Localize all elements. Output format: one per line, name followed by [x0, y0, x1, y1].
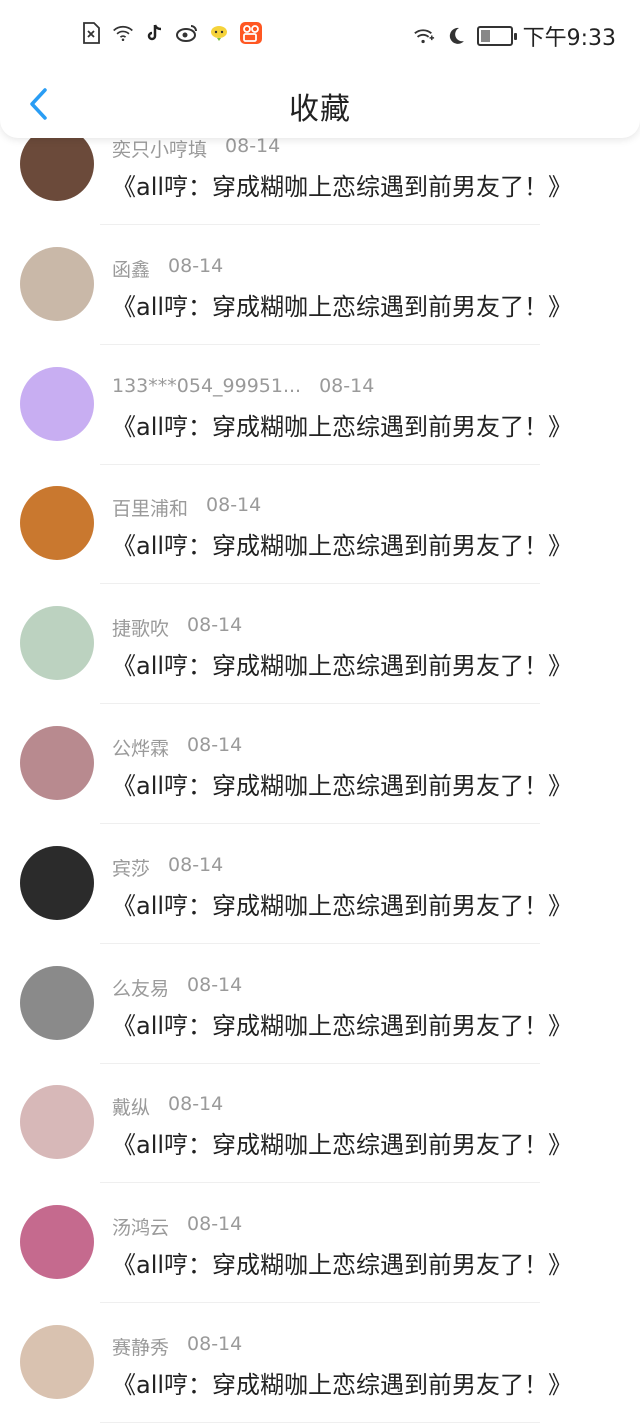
item-username[interactable]: 汤鸿云 — [112, 1213, 169, 1240]
item-username[interactable]: 百里浦和 — [112, 494, 188, 521]
list-item[interactable]: 戴纵 08-14 《all哼：穿成糊咖上恋综遇到前男友了！》 — [0, 1063, 640, 1184]
avatar[interactable] — [20, 1205, 94, 1280]
item-meta: 宾莎 08-14 — [112, 854, 223, 881]
item-meta: 133***054_99951... 08-14 — [112, 375, 374, 397]
item-username[interactable]: 戴纵 — [112, 1093, 150, 1120]
list-item[interactable]: 赛静秀 08-14 《all哼：穿成糊咖上恋综遇到前男友了！》 — [0, 1303, 640, 1423]
item-message[interactable]: 《all哼：穿成糊咖上恋综遇到前男友了！》 — [112, 646, 572, 681]
kuaishou-icon — [240, 22, 262, 44]
battery-fill — [480, 30, 491, 42]
item-meta: 公烨霖 08-14 — [112, 734, 242, 761]
list-item[interactable]: 捷歌吹 08-14 《all哼：穿成糊咖上恋综遇到前男友了！》 — [0, 584, 640, 705]
item-date: 08-14 — [187, 1213, 243, 1236]
tiktok-icon — [144, 22, 166, 44]
item-username[interactable]: 公烨霖 — [112, 734, 169, 761]
item-message[interactable]: 《all哼：穿成糊咖上恋综遇到前男友了！》 — [112, 167, 572, 202]
item-meta: 捷歌吹 08-14 — [112, 614, 242, 641]
item-date: 08-14 — [319, 374, 375, 397]
item-meta: 么友易 08-14 — [112, 974, 242, 1001]
avatar[interactable] — [20, 1085, 94, 1160]
status-right-icons: 下午9:33 — [413, 20, 616, 52]
item-date: 08-14 — [187, 734, 243, 756]
chat-app-icon — [208, 22, 230, 44]
item-message[interactable]: 《all哼：穿成糊咖上恋综遇到前男友了！》 — [112, 1365, 572, 1400]
item-date: 08-14 — [168, 853, 224, 876]
wifi-icon — [112, 22, 134, 44]
item-username[interactable]: 捷歌吹 — [112, 614, 169, 641]
item-username[interactable]: 函鑫 — [112, 255, 150, 282]
item-message[interactable]: 《all哼：穿成糊咖上恋综遇到前男友了！》 — [112, 526, 572, 561]
item-date: 08-14 — [187, 973, 243, 996]
avatar[interactable] — [20, 1325, 94, 1399]
avatar[interactable] — [20, 726, 94, 800]
item-date: 08-14 — [206, 494, 262, 517]
item-username[interactable]: 133***054_99951... — [112, 375, 301, 397]
status-bar: 下午9:33 — [0, 14, 640, 60]
avatar[interactable] — [20, 127, 94, 201]
item-date: 08-14 — [187, 1333, 243, 1355]
item-date: 08-14 — [168, 1093, 224, 1116]
list-item[interactable]: 么友易 08-14 《all哼：穿成糊咖上恋综遇到前男友了！》 — [0, 944, 640, 1064]
item-meta: 奕只小哼填 08-14 — [112, 135, 280, 162]
avatar[interactable] — [20, 486, 94, 561]
list-item[interactable]: 百里浦和 08-14 《all哼：穿成糊咖上恋综遇到前男友了！》 — [0, 464, 640, 585]
item-message[interactable]: 《all哼：穿成糊咖上恋综遇到前男友了！》 — [112, 1245, 572, 1280]
item-message[interactable]: 《all哼：穿成糊咖上恋综遇到前男友了！》 — [112, 886, 572, 921]
avatar[interactable] — [20, 366, 94, 441]
item-username[interactable]: 宾莎 — [112, 854, 150, 881]
sim-error-icon — [80, 22, 102, 44]
item-message[interactable]: 《all哼：穿成糊咖上恋综遇到前男友了！》 — [112, 407, 572, 442]
wifi-calling-icon — [413, 25, 435, 47]
battery-icon — [476, 26, 517, 46]
app-header: 下午9:33 收藏 — [0, 0, 640, 138]
item-meta: 赛静秀 08-14 — [112, 1333, 242, 1360]
status-left-icons — [80, 22, 262, 44]
list-item[interactable]: 汤鸿云 08-14 《all哼：穿成糊咖上恋综遇到前男友了！》 — [0, 1183, 640, 1304]
avatar[interactable] — [20, 606, 94, 681]
list-item[interactable]: 公烨霖 08-14 《all哼：穿成糊咖上恋综遇到前男友了！》 — [0, 704, 640, 824]
list-item[interactable]: 133***054_99951... 08-14 《all哼：穿成糊咖上恋综遇到前男… — [0, 345, 640, 465]
item-meta: 戴纵 08-14 — [112, 1093, 223, 1120]
item-username[interactable]: 奕只小哼填 — [112, 135, 207, 162]
list-item[interactable]: 宾莎 08-14 《all哼：穿成糊咖上恋综遇到前男友了！》 — [0, 824, 640, 944]
moon-icon — [445, 25, 467, 47]
item-meta: 百里浦和 08-14 — [112, 494, 261, 521]
nav-bar: 收藏 — [0, 70, 640, 138]
item-message[interactable]: 《all哼：穿成糊咖上恋综遇到前男友了！》 — [112, 1006, 572, 1041]
item-date: 08-14 — [225, 135, 281, 157]
avatar[interactable] — [20, 965, 94, 1040]
page-title: 收藏 — [289, 92, 351, 127]
item-message[interactable]: 《all哼：穿成糊咖上恋综遇到前男友了！》 — [112, 287, 572, 322]
item-username[interactable]: 么友易 — [112, 974, 169, 1001]
status-time: 下午9:33 — [522, 26, 616, 51]
list-item[interactable]: 函鑫 08-14 《all哼：穿成糊咖上恋综遇到前男友了！》 — [0, 225, 640, 345]
item-date: 08-14 — [187, 614, 243, 637]
item-date: 08-14 — [168, 254, 224, 277]
item-username[interactable]: 赛静秀 — [112, 1333, 169, 1360]
item-message[interactable]: 《all哼：穿成糊咖上恋综遇到前男友了！》 — [112, 766, 572, 801]
avatar[interactable] — [20, 246, 94, 321]
item-message[interactable]: 《all哼：穿成糊咖上恋综遇到前男友了！》 — [112, 1125, 572, 1160]
avatar[interactable] — [20, 845, 94, 920]
item-meta: 汤鸿云 08-14 — [112, 1213, 242, 1240]
weibo-icon — [176, 22, 198, 44]
item-meta: 函鑫 08-14 — [112, 255, 223, 282]
